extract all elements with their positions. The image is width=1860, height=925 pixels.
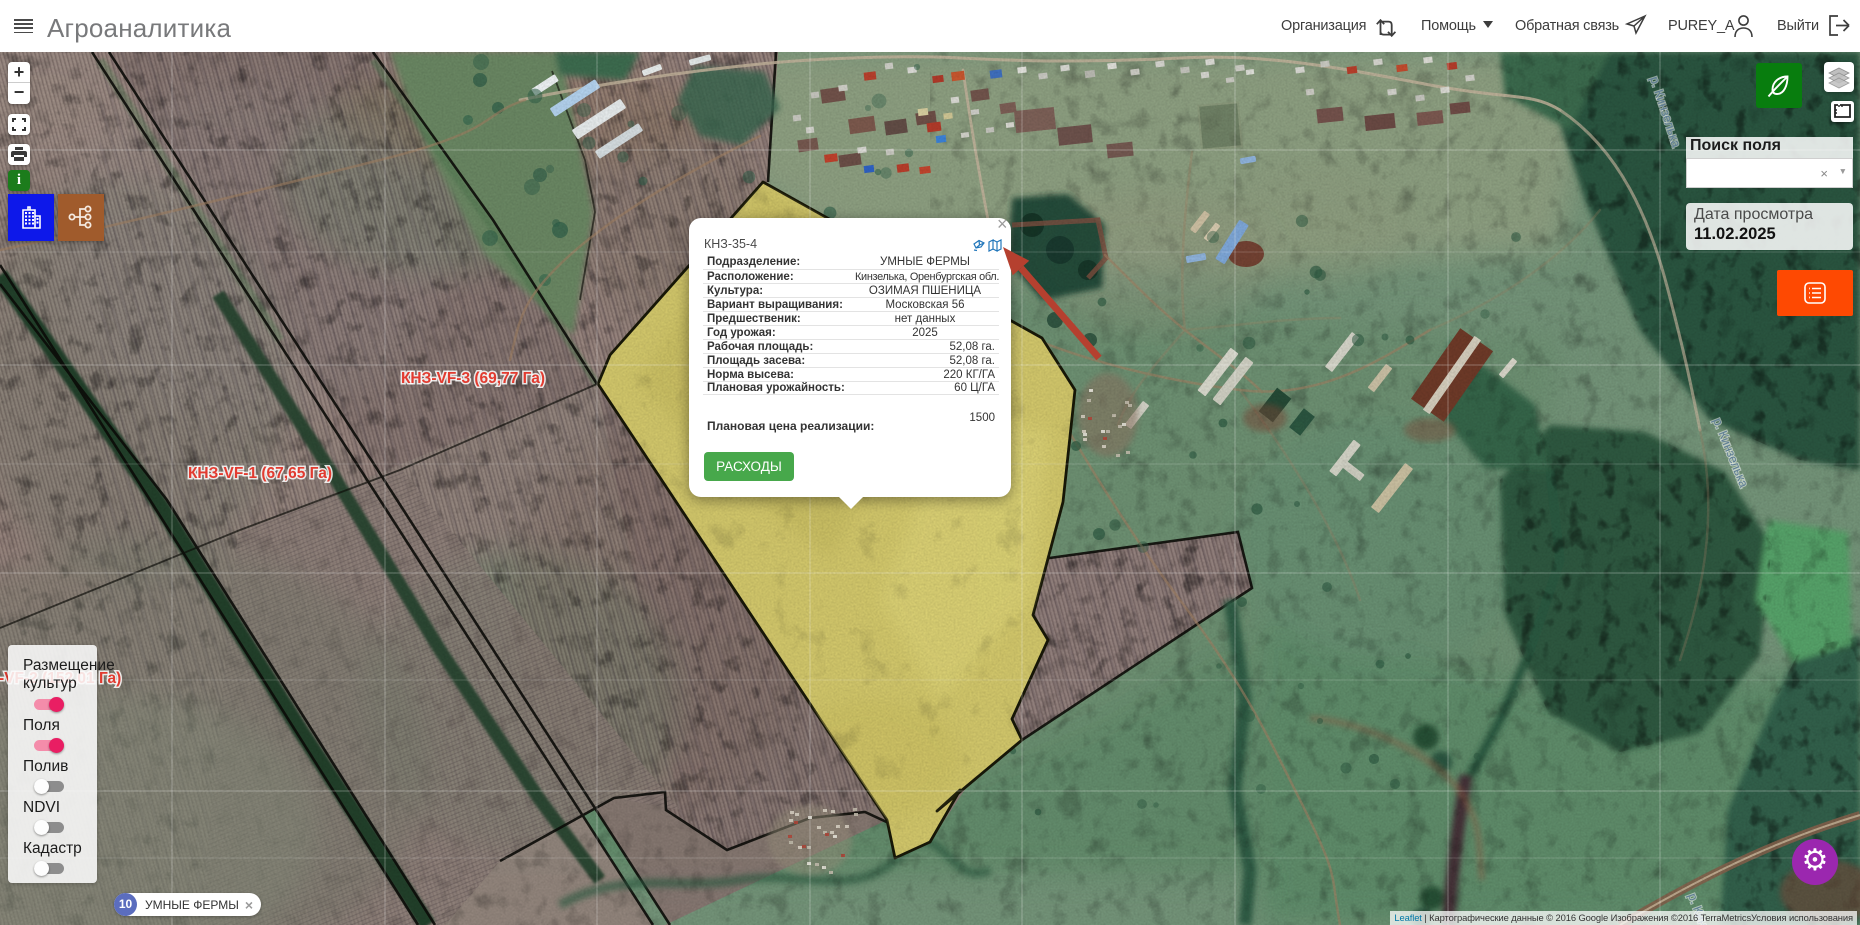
svg-text:КНЗ-VF-1 (67,65 Га): КНЗ-VF-1 (67,65 Га) — [188, 465, 332, 482]
svg-text:КНЗ-VF-3 (69,77 Га): КНЗ-VF-3 (69,77 Га) — [401, 370, 545, 387]
